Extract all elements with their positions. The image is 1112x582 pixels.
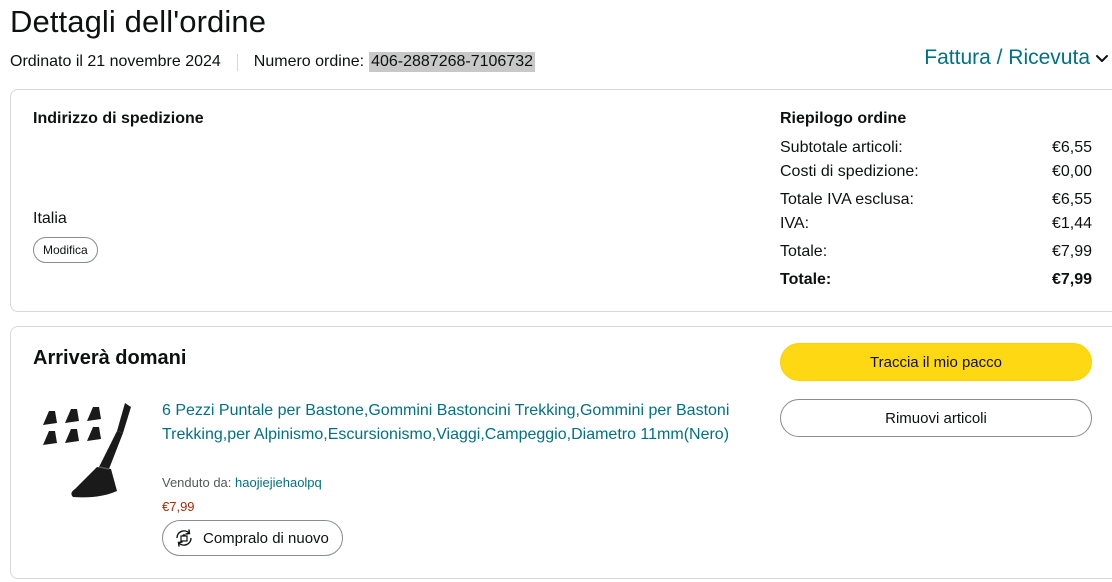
sold-by-label: Venduto da: — [162, 475, 232, 490]
summary-row-total-excl-vat: Totale IVA esclusa: €6,55 — [780, 188, 1092, 212]
buy-again-icon — [173, 527, 195, 549]
summary-label: Totale IVA esclusa: — [780, 191, 914, 208]
sold-by: Venduto da: haojiejiehaolpq — [162, 475, 322, 490]
shipping-address-heading: Indirizzo di spedizione — [33, 110, 204, 127]
product-title-link[interactable]: 6 Pezzi Puntale per Bastone,Gommini Bast… — [162, 399, 742, 447]
summary-label: Totale: — [780, 243, 828, 260]
summary-row-subtotal: Subtotale articoli: €6,55 — [780, 136, 1092, 160]
summary-row-shipping: Costi di spedizione: €0,00 — [780, 160, 1092, 184]
shipment-card: Arriverà domani 6 Pezzi Puntale per Bast… — [10, 326, 1112, 579]
remove-items-button[interactable]: Rimuovi articoli — [780, 399, 1092, 437]
summary-row-total: Totale: €7,99 — [780, 240, 1092, 264]
summary-label: Costi di spedizione: — [780, 163, 919, 180]
buy-again-button[interactable]: Compralo di nuovo — [162, 520, 343, 556]
summary-label: Totale: — [780, 271, 832, 288]
edit-address-button[interactable]: Modifica — [33, 237, 98, 263]
product-price: €7,99 — [162, 499, 195, 514]
summary-value: €6,55 — [1051, 139, 1092, 156]
address-summary-card: Indirizzo di spedizione Italia Modifica … — [10, 89, 1112, 312]
meta-divider — [236, 53, 238, 71]
product-image[interactable] — [39, 397, 135, 507]
order-summary-heading: Riepilogo ordine — [780, 110, 907, 127]
summary-row-grand-total: Totale: €7,99 — [780, 268, 1092, 292]
summary-value: €7,99 — [1051, 271, 1092, 288]
order-meta: Ordinato il 21 novembre 2024 Numero ordi… — [10, 52, 536, 72]
summary-label: IVA: — [780, 215, 810, 232]
summary-label: Subtotale articoli: — [780, 139, 903, 156]
page-title: Dettagli dell'ordine — [10, 4, 267, 39]
address-country: Italia — [33, 210, 67, 227]
seller-link[interactable]: haojiejiehaolpq — [235, 475, 322, 490]
order-summary: Riepilogo ordine Subtotale articoli: €6,… — [780, 110, 1092, 292]
delivery-status-heading: Arriverà domani — [33, 347, 187, 369]
order-number-label: Numero ordine: — [253, 53, 365, 70]
summary-value: €7,99 — [1051, 243, 1092, 260]
summary-value: €6,55 — [1051, 191, 1092, 208]
invoice-label: Fattura / Ricevuta — [924, 46, 1090, 69]
summary-value: €0,00 — [1051, 163, 1092, 180]
order-number[interactable]: 406-2887268-7106732 — [369, 52, 536, 72]
order-date: Ordinato il 21 novembre 2024 — [10, 53, 221, 70]
chevron-down-icon — [1094, 50, 1110, 66]
track-package-button[interactable]: Traccia il mio pacco — [780, 343, 1092, 381]
summary-row-vat: IVA: €1,44 — [780, 212, 1092, 236]
summary-value: €1,44 — [1051, 215, 1092, 232]
invoice-dropdown[interactable]: Fattura / Ricevuta — [924, 46, 1110, 70]
buy-again-label: Compralo di nuovo — [203, 529, 329, 547]
